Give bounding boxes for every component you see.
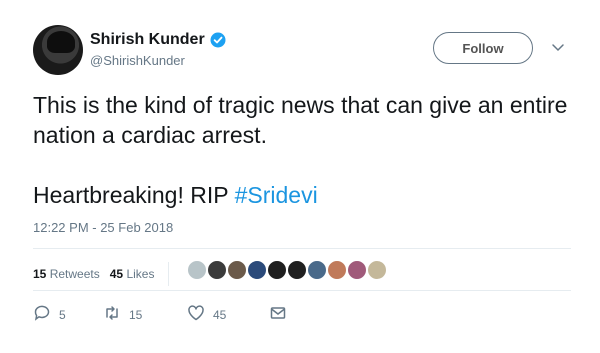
retweet-count: 15 — [129, 307, 143, 322]
tweet-stats: 15 Retweets 45 Likes — [33, 262, 177, 286]
divider — [33, 290, 571, 291]
liker-avatar[interactable] — [186, 259, 208, 281]
liker-avatar[interactable] — [346, 259, 368, 281]
hashtag-link[interactable]: #Sridevi — [235, 182, 318, 208]
tweet-text: This is the kind of tragic news that can… — [33, 90, 573, 240]
liker-avatar[interactable] — [326, 259, 348, 281]
tweet-text-line1: This is the kind of tragic news that can… — [33, 92, 568, 148]
reply-count: 5 — [59, 307, 66, 322]
liker-avatar[interactable] — [366, 259, 388, 281]
reply-button[interactable]: 5 — [33, 304, 103, 325]
reply-icon — [33, 304, 51, 325]
direct-message-button[interactable] — [269, 304, 287, 325]
tweet-timestamp[interactable]: 12:22 PM - 25 Feb 2018 — [33, 220, 173, 235]
chevron-down-icon[interactable] — [551, 40, 565, 54]
tweet-text-plain: Heartbreaking! RIP — [33, 182, 235, 208]
like-count: 45 — [213, 307, 227, 322]
display-name[interactable]: Shirish Kunder — [90, 31, 205, 49]
tweet-card: Shirish Kunder @ShirishKunder Follow Thi… — [0, 0, 600, 353]
heart-icon — [187, 304, 205, 325]
liker-avatar[interactable] — [286, 259, 308, 281]
user-handle[interactable]: @ShirishKunder — [90, 53, 185, 68]
tweet-text-line2: Heartbreaking! RIP #Sridevi — [33, 180, 573, 210]
likes-label: Likes — [126, 267, 155, 281]
retweets-label: Retweets — [49, 267, 100, 281]
stats-divider — [168, 262, 170, 286]
retweets-count: 15 — [33, 267, 47, 281]
liker-avatar[interactable] — [246, 259, 268, 281]
like-button[interactable]: 45 — [187, 304, 269, 325]
retweets-stat[interactable]: 15 Retweets — [33, 267, 100, 281]
verified-badge-icon — [210, 32, 226, 48]
likes-count: 45 — [109, 267, 124, 281]
retweet-button[interactable]: 15 — [103, 304, 187, 325]
tweet-actions: 5 15 45 — [33, 304, 287, 325]
likes-stat[interactable]: 45 Likes — [110, 267, 155, 281]
retweet-icon — [103, 304, 121, 325]
liker-avatar[interactable] — [226, 259, 248, 281]
divider — [33, 248, 571, 249]
envelope-icon — [269, 304, 287, 325]
follow-button[interactable]: Follow — [433, 32, 533, 64]
liker-avatar[interactable] — [206, 259, 228, 281]
name-row: Shirish Kunder — [90, 31, 226, 49]
avatar[interactable] — [33, 25, 83, 75]
liker-avatar[interactable] — [306, 259, 328, 281]
liker-avatar[interactable] — [266, 259, 288, 281]
likers-avatars — [186, 259, 388, 281]
